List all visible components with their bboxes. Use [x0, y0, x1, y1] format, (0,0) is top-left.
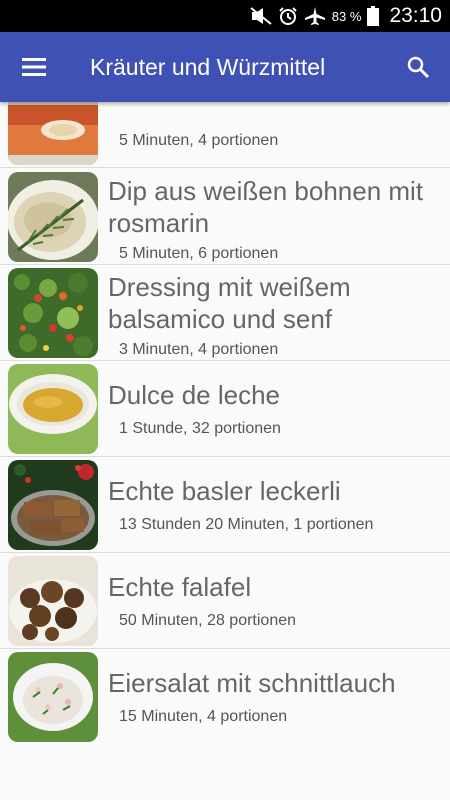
recipe-title: Echte falafel [108, 572, 252, 602]
list-item[interactable]: Eiersalat mit schnittlauch 15 Minuten, 4… [0, 649, 450, 742]
recipe-list: 5 Minuten, 4 portionen Dip aus weißen bo… [0, 102, 450, 742]
list-item[interactable]: Dip aus weißen bohnen mit rosmarin 5 Min… [0, 169, 450, 265]
recipe-thumbnail [8, 652, 98, 742]
recipe-meta: 13 Stunden 20 Minuten, 1 portionen [119, 516, 374, 533]
search-icon[interactable] [398, 48, 438, 86]
list-item[interactable]: Dressing mit weißem balsamico und senf 3… [0, 265, 450, 361]
recipe-thumbnail [8, 268, 98, 358]
recipe-thumbnail [8, 172, 98, 262]
list-item[interactable]: Echte falafel 50 Minuten, 28 portionen [0, 553, 450, 649]
recipe-thumbnail [8, 556, 98, 646]
page-title: Kräuter und Würzmittel [90, 54, 326, 80]
recipe-title: Dulce de leche [108, 380, 280, 410]
battery-percent: 83 % [331, 8, 362, 24]
list-item[interactable]: Dulce de leche 1 Stunde, 32 portionen [0, 361, 450, 457]
clock: 23:10 [389, 4, 442, 27]
recipe-meta: 15 Minuten, 4 portionen [119, 708, 288, 725]
status-bar: 83 % 23:10 [0, 0, 450, 32]
list-item[interactable]: 5 Minuten, 4 portionen [0, 102, 450, 168]
recipe-thumbnail [8, 460, 98, 550]
recipe-meta: 5 Minuten, 6 portionen [119, 245, 279, 262]
list-item[interactable]: Echte basler leckerli 13 Stunden 20 Minu… [0, 457, 450, 553]
app-bar: Kräuter und Würzmittel [0, 32, 450, 102]
recipe-title: Echte basler leckerli [108, 476, 341, 506]
alarm-icon [278, 6, 298, 26]
recipe-meta: 1 Stunde, 32 portionen [119, 420, 281, 437]
recipe-title: Eiersalat mit schnittlauch [108, 668, 396, 698]
mute-icon [250, 7, 272, 25]
recipe-meta: 5 Minuten, 4 portionen [119, 132, 279, 149]
menu-icon[interactable] [14, 48, 54, 86]
recipe-meta: 50 Minuten, 28 portionen [119, 612, 297, 629]
recipe-title: Dressing mit weißem balsamico und senf [108, 272, 351, 334]
battery-icon [367, 6, 380, 26]
recipe-title: Dip aus weißen bohnen mit rosmarin [108, 176, 424, 238]
recipe-meta: 3 Minuten, 4 portionen [119, 341, 279, 358]
airplane-mode-icon [304, 6, 326, 26]
recipe-thumbnail [8, 364, 98, 454]
recipe-thumbnail [8, 102, 98, 165]
